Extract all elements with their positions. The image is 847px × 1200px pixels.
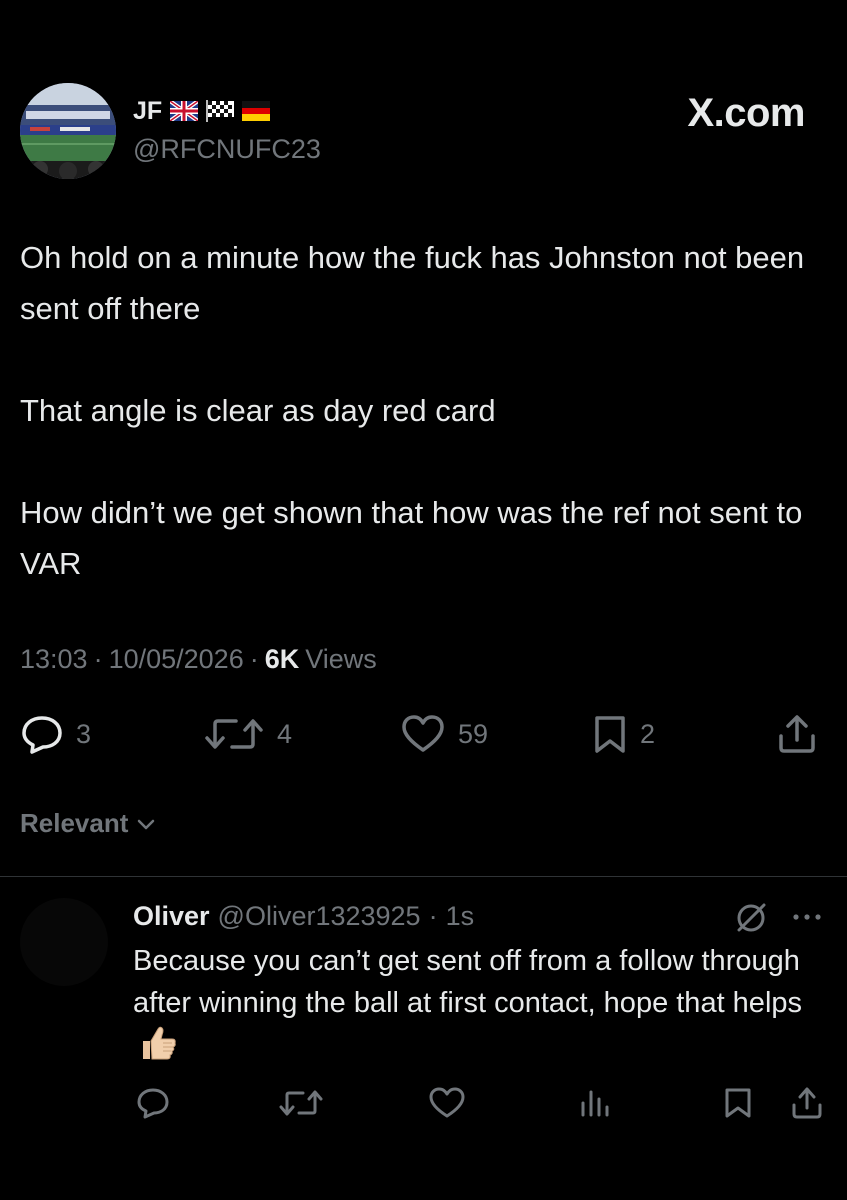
sort-dropdown[interactable]: Relevant bbox=[20, 808, 156, 839]
tweet-paragraph: That angle is clear as day red card bbox=[20, 393, 496, 428]
divider bbox=[0, 876, 847, 877]
reply-separator: · bbox=[428, 900, 438, 931]
share-icon bbox=[792, 1087, 822, 1119]
reply-author-handle[interactable]: @Oliver1323925 bbox=[218, 901, 421, 932]
repost-icon bbox=[205, 719, 263, 749]
reply-bookmark-button[interactable] bbox=[723, 1086, 753, 1120]
bookmark-icon bbox=[725, 1088, 751, 1118]
reply-repost-button[interactable] bbox=[278, 1086, 324, 1120]
meta-separator: · bbox=[93, 644, 103, 674]
bookmark-button[interactable]: 2 bbox=[592, 714, 655, 754]
tweet-text: Oh hold on a minute how the fuck has Joh… bbox=[20, 232, 820, 589]
checkered-flag-icon bbox=[206, 100, 235, 122]
chevron-down-icon bbox=[138, 819, 155, 829]
display-name[interactable]: JF bbox=[133, 97, 162, 126]
views-count: 6K bbox=[264, 644, 300, 674]
reply-author-name[interactable]: Oliver bbox=[133, 901, 210, 932]
tweet-paragraph: How didn’t we get shown that how was the… bbox=[20, 495, 803, 581]
uk-flag-icon bbox=[170, 101, 199, 121]
views-icon bbox=[581, 1090, 609, 1117]
author-handle[interactable]: @RFCNUFC23 bbox=[133, 134, 321, 165]
heart-icon bbox=[402, 715, 444, 752]
repost-button[interactable]: 4 bbox=[203, 714, 292, 754]
reply-like-button[interactable] bbox=[428, 1086, 466, 1120]
reply-icon bbox=[137, 1088, 169, 1119]
meta-separator: · bbox=[249, 644, 259, 674]
reply-text: Because you can’t get sent off from a fo… bbox=[133, 940, 813, 1066]
tweet-meta: 13:03 · 10/05/2026 · 6K Views bbox=[20, 644, 377, 675]
share-button[interactable] bbox=[776, 714, 818, 754]
reply-reply-button[interactable] bbox=[136, 1086, 170, 1120]
reply-share-button[interactable] bbox=[790, 1086, 824, 1120]
grok-icon bbox=[737, 903, 766, 932]
germany-flag-icon bbox=[242, 101, 271, 121]
reply-button[interactable]: 3 bbox=[20, 714, 91, 754]
thumbs-up-icon bbox=[143, 1026, 176, 1060]
tweet-time[interactable]: 13:03 bbox=[20, 644, 88, 675]
reply-time[interactable]: 1s bbox=[446, 901, 475, 932]
tweet-date[interactable]: 10/05/2026 bbox=[109, 644, 244, 675]
reply-body: Because you can’t get sent off from a fo… bbox=[133, 945, 803, 1019]
like-button[interactable]: 59 bbox=[400, 714, 488, 754]
bookmark-icon bbox=[595, 716, 625, 753]
reply-icon bbox=[22, 716, 62, 754]
more-icon bbox=[793, 914, 821, 920]
tweet-paragraph: Oh hold on a minute how the fuck has Joh… bbox=[20, 240, 805, 326]
bookmark-count: 2 bbox=[640, 718, 656, 749]
share-icon bbox=[779, 715, 815, 753]
sort-label: Relevant bbox=[20, 808, 129, 838]
grok-button[interactable] bbox=[733, 900, 769, 941]
views-label: Views bbox=[305, 644, 377, 674]
repost-count: 4 bbox=[277, 718, 293, 749]
x-logo: X.com bbox=[687, 91, 805, 135]
reply-views-button[interactable] bbox=[578, 1086, 612, 1120]
more-options-button[interactable] bbox=[790, 902, 824, 937]
profile-avatar[interactable] bbox=[20, 83, 116, 179]
reply-header: Oliver @Oliver1323925 · 1s bbox=[133, 898, 474, 934]
repost-icon bbox=[279, 1090, 323, 1116]
like-count: 59 bbox=[458, 718, 489, 749]
reply-count: 3 bbox=[76, 718, 92, 749]
reply-avatar[interactable] bbox=[20, 898, 108, 986]
author-name-row[interactable]: JF bbox=[133, 96, 271, 126]
heart-icon bbox=[429, 1087, 465, 1118]
